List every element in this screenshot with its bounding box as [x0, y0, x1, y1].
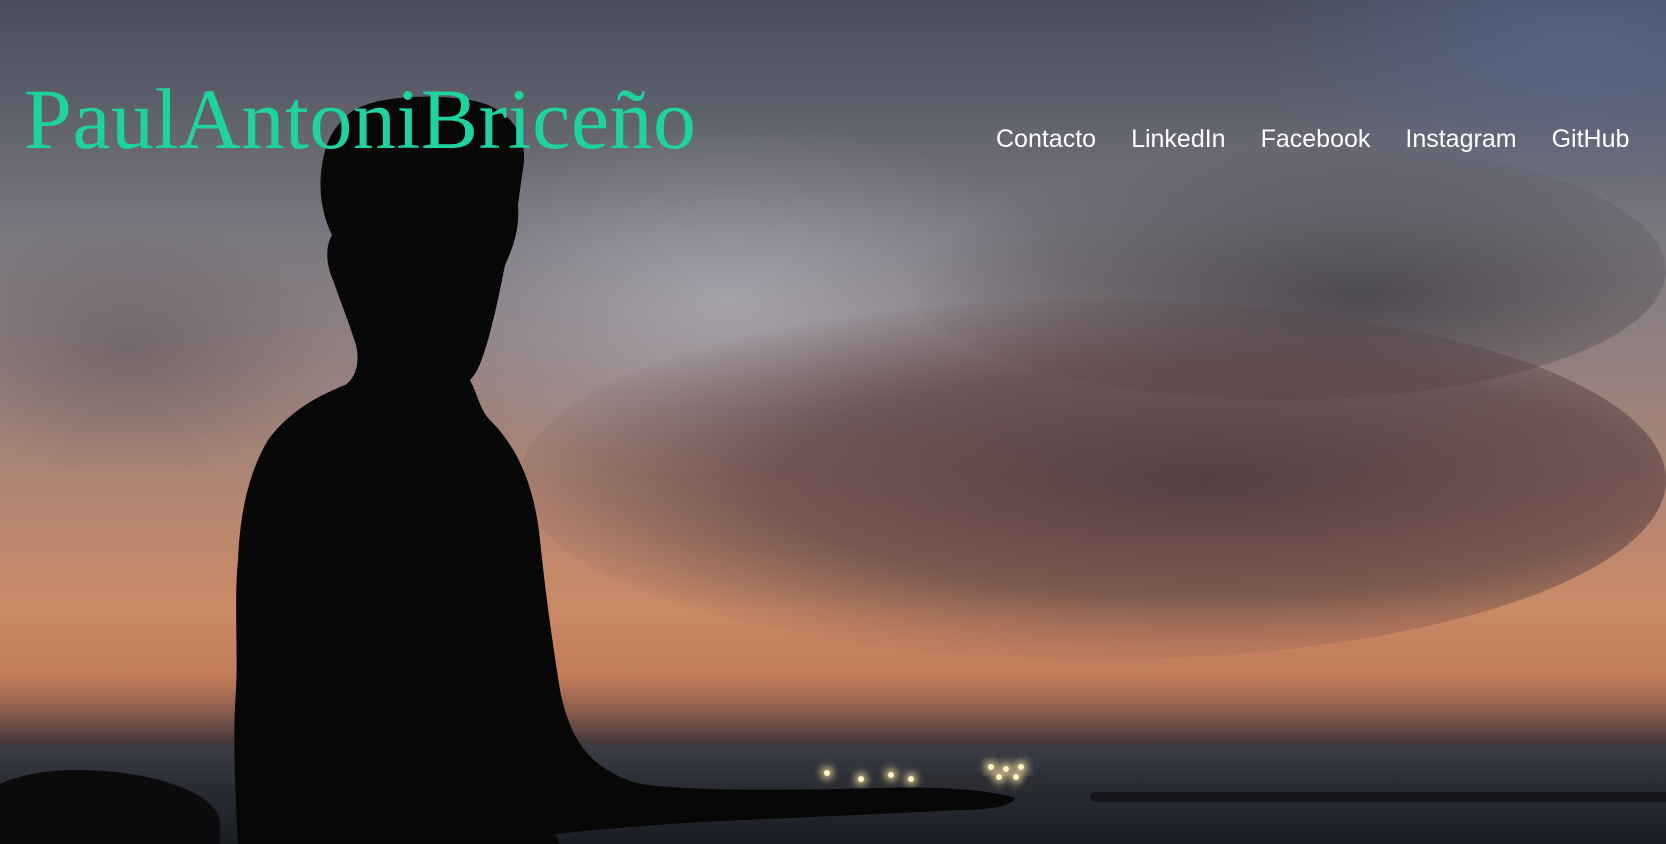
- site-title[interactable]: PaulAntoniBriceño: [24, 76, 697, 162]
- nav-link-facebook[interactable]: Facebook: [1261, 124, 1371, 154]
- nav-link-contacto[interactable]: Contacto: [996, 124, 1096, 154]
- nav-link-linkedin[interactable]: LinkedIn: [1131, 124, 1226, 154]
- nav-link-instagram[interactable]: Instagram: [1405, 124, 1516, 154]
- nav-link-github[interactable]: GitHub: [1552, 124, 1630, 154]
- main-nav: Contacto LinkedIn Facebook Instagram Git…: [996, 124, 1664, 154]
- hero-background: PaulAntoniBriceño Contacto LinkedIn Face…: [0, 0, 1666, 844]
